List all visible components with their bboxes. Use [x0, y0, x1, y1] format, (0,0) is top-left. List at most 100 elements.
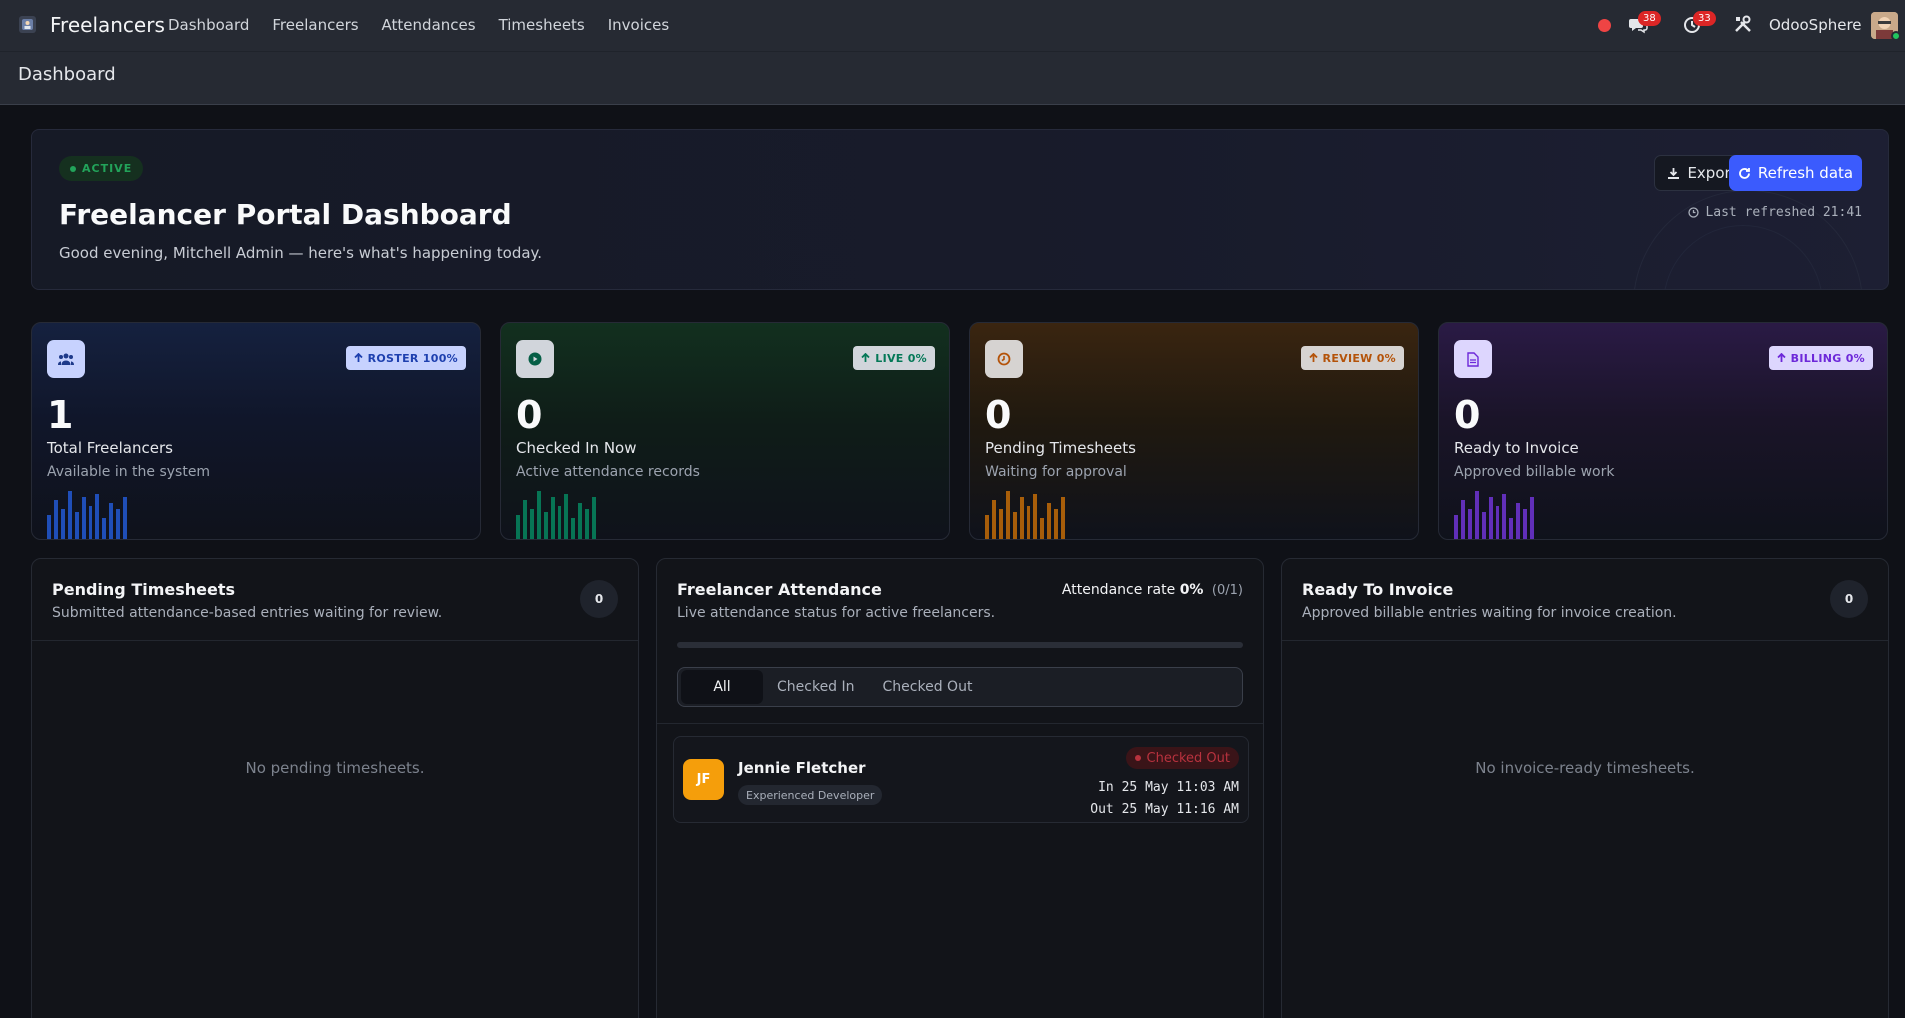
kpi-card-total-freelancers[interactable]: ROSTER 100% 1 Total Freelancers Availabl…	[31, 322, 481, 540]
main-menu: Dashboard Freelancers Attendances Timesh…	[168, 16, 692, 34]
sparkline-bar	[1509, 518, 1514, 539]
sparkline-bar	[571, 518, 576, 539]
sparkline-bar	[1019, 497, 1024, 539]
kpi-value: 0	[985, 393, 1012, 437]
company-switcher[interactable]: OdooSphere	[1769, 16, 1862, 34]
page-title: Freelancer Portal Dashboard	[59, 198, 512, 231]
panel-header: Pending Timesheets Submitted attendance-…	[32, 559, 638, 641]
freelancer-role-tag: Experienced Developer	[738, 785, 883, 805]
kpi-card-pending-timesheets[interactable]: REVIEW 0% 0 Pending Timesheets Waiting f…	[969, 322, 1419, 540]
kpi-badge-label: REVIEW 0%	[1322, 351, 1396, 365]
greeting-text: Good evening, Mitchell Admin — here's wh…	[59, 244, 543, 262]
kpi-subtext: Waiting for approval	[985, 464, 1127, 480]
menu-attendances[interactable]: Attendances	[382, 16, 476, 34]
sparkline-bar	[543, 512, 548, 539]
menu-dashboard[interactable]: Dashboard	[168, 16, 249, 34]
status-dot-icon	[70, 165, 76, 172]
tools-icon[interactable]	[1734, 15, 1756, 37]
top-navbar: Freelancers Dashboard Freelancers Attend…	[0, 0, 1905, 51]
status-badge: Checked Out	[1125, 747, 1239, 769]
arrow-up-icon	[1308, 353, 1318, 362]
attendance-record-card[interactable]: JF Jennie Fletcher Experienced Developer…	[673, 736, 1249, 823]
recording-status-icon[interactable]	[1598, 19, 1611, 32]
filter-all[interactable]: All	[681, 670, 763, 704]
breadcrumb: Dashboard	[18, 64, 116, 85]
control-panel: Dashboard	[0, 51, 1905, 105]
attendance-rate-value: 0%	[1179, 582, 1204, 598]
freelancer-avatar: JF	[683, 759, 724, 800]
attendance-rate-label: Attendance rate	[1061, 582, 1176, 598]
sparkline-bar	[991, 500, 996, 539]
attendance-progress-bar	[677, 642, 1243, 648]
divider	[657, 723, 1263, 724]
kpi-card-checked-in[interactable]: LIVE 0% 0 Checked In Now Active attendan…	[500, 322, 950, 540]
sparkline-bar	[592, 497, 597, 539]
refresh-data-button[interactable]: Refresh data	[1729, 155, 1862, 191]
menu-invoices[interactable]: Invoices	[608, 16, 669, 34]
arrow-up-icon	[861, 353, 870, 362]
sparkline-bar	[81, 497, 86, 539]
sparkline-bar	[1467, 509, 1472, 539]
sparkline-bar	[1495, 506, 1500, 539]
sparkline-bar	[1530, 497, 1535, 539]
kpi-subtext: Active attendance records	[516, 464, 700, 480]
sparkline-bar	[522, 500, 527, 539]
filter-checked-out[interactable]: Checked Out	[869, 670, 987, 704]
messaging-icon[interactable]: 38	[1628, 11, 1661, 37]
panel-title: Ready To Invoice	[1302, 580, 1454, 599]
refresh-icon	[1739, 167, 1750, 179]
menu-freelancers[interactable]: Freelancers	[272, 16, 358, 34]
clock-icon	[985, 340, 1023, 378]
sparkline-bar	[102, 518, 107, 539]
panel-subtitle: Live attendance status for active freela…	[677, 605, 996, 621]
sparkline-bar	[1516, 503, 1521, 539]
sparkline-bar	[585, 509, 590, 539]
panel-title: Freelancer Attendance	[677, 580, 882, 599]
play-icon	[516, 340, 554, 378]
status-dot-icon	[1134, 755, 1141, 761]
sparkline-bar	[1012, 512, 1017, 539]
sparkline-bar	[1523, 509, 1528, 539]
menu-timesheets[interactable]: Timesheets	[499, 16, 585, 34]
sparkline-bar	[74, 512, 79, 539]
last-refreshed-text: Last refreshed 21:41	[1705, 205, 1862, 220]
panel-header: Ready To Invoice Approved billable entri…	[1282, 559, 1888, 641]
kpi-label: Total Freelancers	[47, 439, 173, 457]
kpi-value: 0	[516, 393, 543, 437]
filter-checked-in[interactable]: Checked In	[763, 670, 869, 704]
sparkline-bar	[985, 515, 989, 539]
clock-icon	[1688, 207, 1700, 218]
sparkline-bar	[88, 506, 93, 539]
empty-state-message: No pending timesheets.	[245, 759, 425, 777]
kpi-badge-label: BILLING 0%	[1790, 351, 1865, 365]
kpi-label: Pending Timesheets	[985, 439, 1136, 457]
sparkline-bar	[1047, 503, 1052, 539]
kpi-subtext: Approved billable work	[1454, 464, 1615, 480]
dashboard-hero: ACTIVE Freelancer Portal Dashboard Good …	[31, 129, 1889, 290]
activity-clock-icon[interactable]: 33	[1683, 11, 1716, 37]
kpi-card-ready-to-invoice[interactable]: BILLING 0% 0 Ready to Invoice Approved b…	[1438, 322, 1888, 540]
app-name[interactable]: Freelancers	[50, 13, 165, 37]
kpi-label: Ready to Invoice	[1454, 439, 1579, 457]
sparkline-bars	[1454, 473, 1535, 539]
attendance-filter: All Checked In Checked Out	[677, 667, 1243, 707]
arrow-up-icon	[1777, 353, 1786, 362]
sparkline-bar	[116, 509, 121, 539]
attendance-rate: Attendance rate 0% (0/1)	[1062, 582, 1243, 598]
kpi-value: 0	[1454, 393, 1481, 437]
pending-timesheets-panel: Pending Timesheets Submitted attendance-…	[31, 558, 639, 1018]
download-icon	[1668, 167, 1680, 179]
status-badge-label: Checked Out	[1146, 750, 1230, 766]
sparkline-bar	[1005, 491, 1010, 539]
app-logo-icon[interactable]	[19, 16, 36, 33]
check-in-time: In 25 May 11:03 AM	[1098, 780, 1239, 795]
kpi-trend-badge: REVIEW 0%	[1300, 346, 1404, 370]
sparkline-bar	[529, 509, 534, 539]
sparkline-bar	[564, 494, 569, 539]
sparkline-bar	[1054, 509, 1059, 539]
count-badge: 0	[1830, 580, 1868, 618]
kpi-trend-badge: BILLING 0%	[1768, 346, 1873, 370]
sparkline-bar	[123, 497, 128, 539]
sparkline-bar	[53, 500, 58, 539]
kpi-label: Checked In Now	[516, 439, 637, 457]
